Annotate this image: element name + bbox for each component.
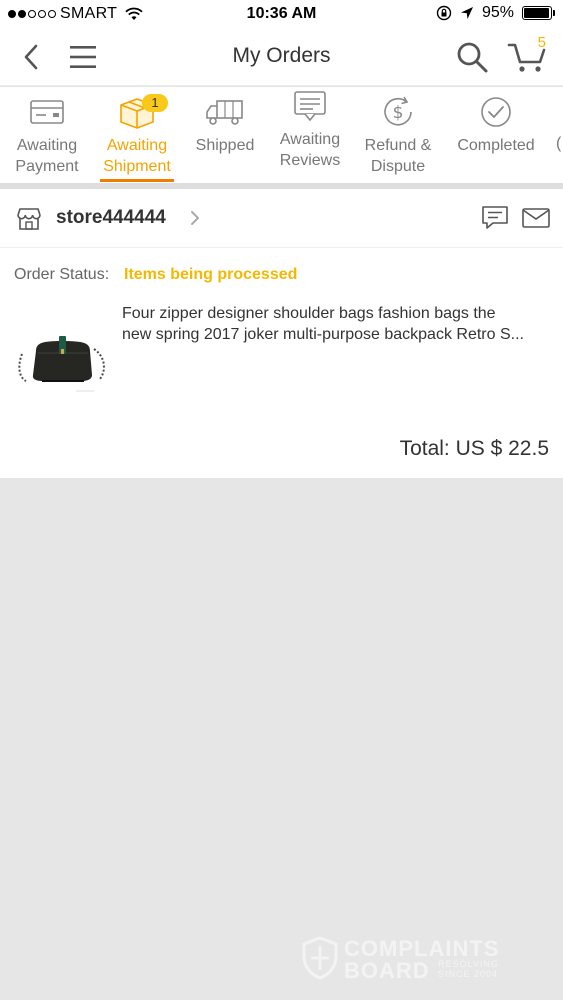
battery-icon <box>522 6 555 20</box>
tab-count-badge: 1 <box>142 94 168 112</box>
search-button[interactable] <box>455 40 489 74</box>
tab-awaiting-payment[interactable]: Awaiting Payment <box>2 87 92 183</box>
product-title-line2: new spring 2017 joker multi-purpose back… <box>122 326 524 343</box>
tab-awaiting-reviews[interactable]: Awaiting Reviews <box>265 87 355 183</box>
order-status-value: Items being processed <box>124 266 298 283</box>
active-tab-indicator <box>100 179 174 182</box>
tab-label-line1: Awaiting <box>279 131 341 148</box>
product-title[interactable]: Four zipper designer shoulder bags fashi… <box>122 303 558 345</box>
rotation-lock-icon <box>436 5 452 21</box>
order-total: Total: US $ 22.5 <box>399 437 549 460</box>
product-image[interactable] <box>14 309 110 405</box>
cart-count-badge: 5 <box>537 34 546 51</box>
tab-next-partial[interactable]: ( <box>556 135 561 153</box>
cart-button[interactable]: 5 <box>507 34 547 74</box>
refund-icon: $ <box>353 95 443 129</box>
tab-label-line1: Awaiting <box>106 137 168 154</box>
status-bar-right: 95% <box>436 4 555 22</box>
tab-label-line2: Dispute <box>370 158 426 175</box>
message-icon[interactable] <box>481 205 509 231</box>
tab-label-line2: Shipment <box>103 158 171 175</box>
watermark-line2: BOARD <box>344 958 430 983</box>
tab-awaiting-shipment[interactable]: 1 Awaiting Shipment <box>92 87 182 183</box>
status-bar: SMART 10:36 AM 95% <box>0 0 563 28</box>
truck-icon <box>180 95 270 129</box>
nav-bar: My Orders 5 <box>0 28 563 86</box>
store-name[interactable]: store444444 <box>56 207 166 229</box>
complaints-board-watermark: COMPLAINTS BOARD RESOLVING SINCE 2004 <box>302 934 522 984</box>
shield-icon <box>302 936 338 980</box>
order-card: store444444 Order Status: Items being pr… <box>0 189 563 478</box>
tab-label-line1: Refund & <box>364 137 432 154</box>
tab-label-line2: Payment <box>15 158 79 175</box>
watermark-tagline: RESOLVING SINCE 2004 <box>438 959 499 979</box>
order-status-tabs: Awaiting Payment 1 Awaiting Shipment Shi… <box>0 87 563 183</box>
battery-percent: 95% <box>481 4 514 21</box>
tab-completed[interactable]: Completed <box>451 87 541 183</box>
check-circle-icon <box>451 95 541 129</box>
chevron-right-icon <box>191 211 199 225</box>
store-row[interactable]: store444444 <box>0 189 563 248</box>
watermark-tag2: SINCE 2004 <box>438 969 499 979</box>
tab-refund-dispute[interactable]: $ Refund & Dispute <box>353 87 443 183</box>
location-arrow-icon <box>460 7 473 19</box>
tab-label-line1: Awaiting <box>16 137 78 154</box>
svg-text:$: $ <box>393 103 404 123</box>
box-icon <box>92 95 182 129</box>
order-status-label: Order Status: <box>14 266 110 283</box>
review-icon <box>265 89 355 123</box>
store-icon <box>17 208 41 230</box>
credit-card-icon <box>2 95 92 129</box>
mail-icon[interactable] <box>521 207 551 229</box>
tab-label-line1: Completed <box>457 137 535 154</box>
tab-shipped[interactable]: Shipped <box>180 87 270 183</box>
watermark-tag1: RESOLVING <box>438 959 499 969</box>
tab-label-line2: Reviews <box>279 152 341 169</box>
search-icon <box>457 42 488 73</box>
product-title-line1: Four zipper designer shoulder bags fashi… <box>122 305 496 322</box>
